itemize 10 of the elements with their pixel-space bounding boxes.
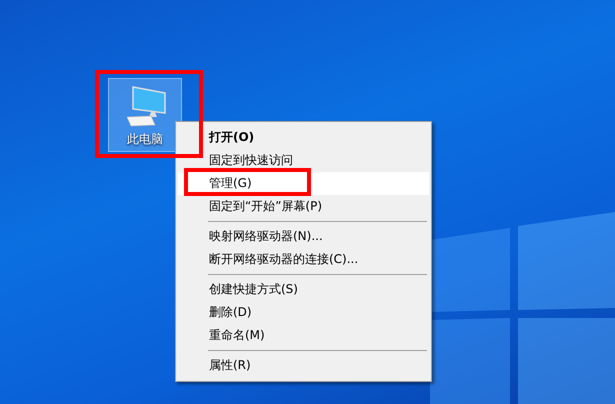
menu-item[interactable]: 删除(D) [178,301,429,324]
menu-item[interactable]: 固定到快速访问 [178,149,429,172]
menu-item[interactable]: 重命名(M) [178,324,429,347]
menu-item[interactable]: 固定到“开始”屏幕(P) [178,195,429,218]
menu-item[interactable]: 属性(R) [178,354,429,377]
menu-item[interactable]: 映射网络驱动器(N)... [178,225,429,248]
desktop-icon-label: 此电脑 [127,131,163,148]
menu-item[interactable]: 断开网络驱动器的连接(C)... [178,248,429,271]
menu-item[interactable]: 创建快捷方式(S) [178,278,429,301]
menu-item[interactable]: 管理(G) [178,172,429,195]
